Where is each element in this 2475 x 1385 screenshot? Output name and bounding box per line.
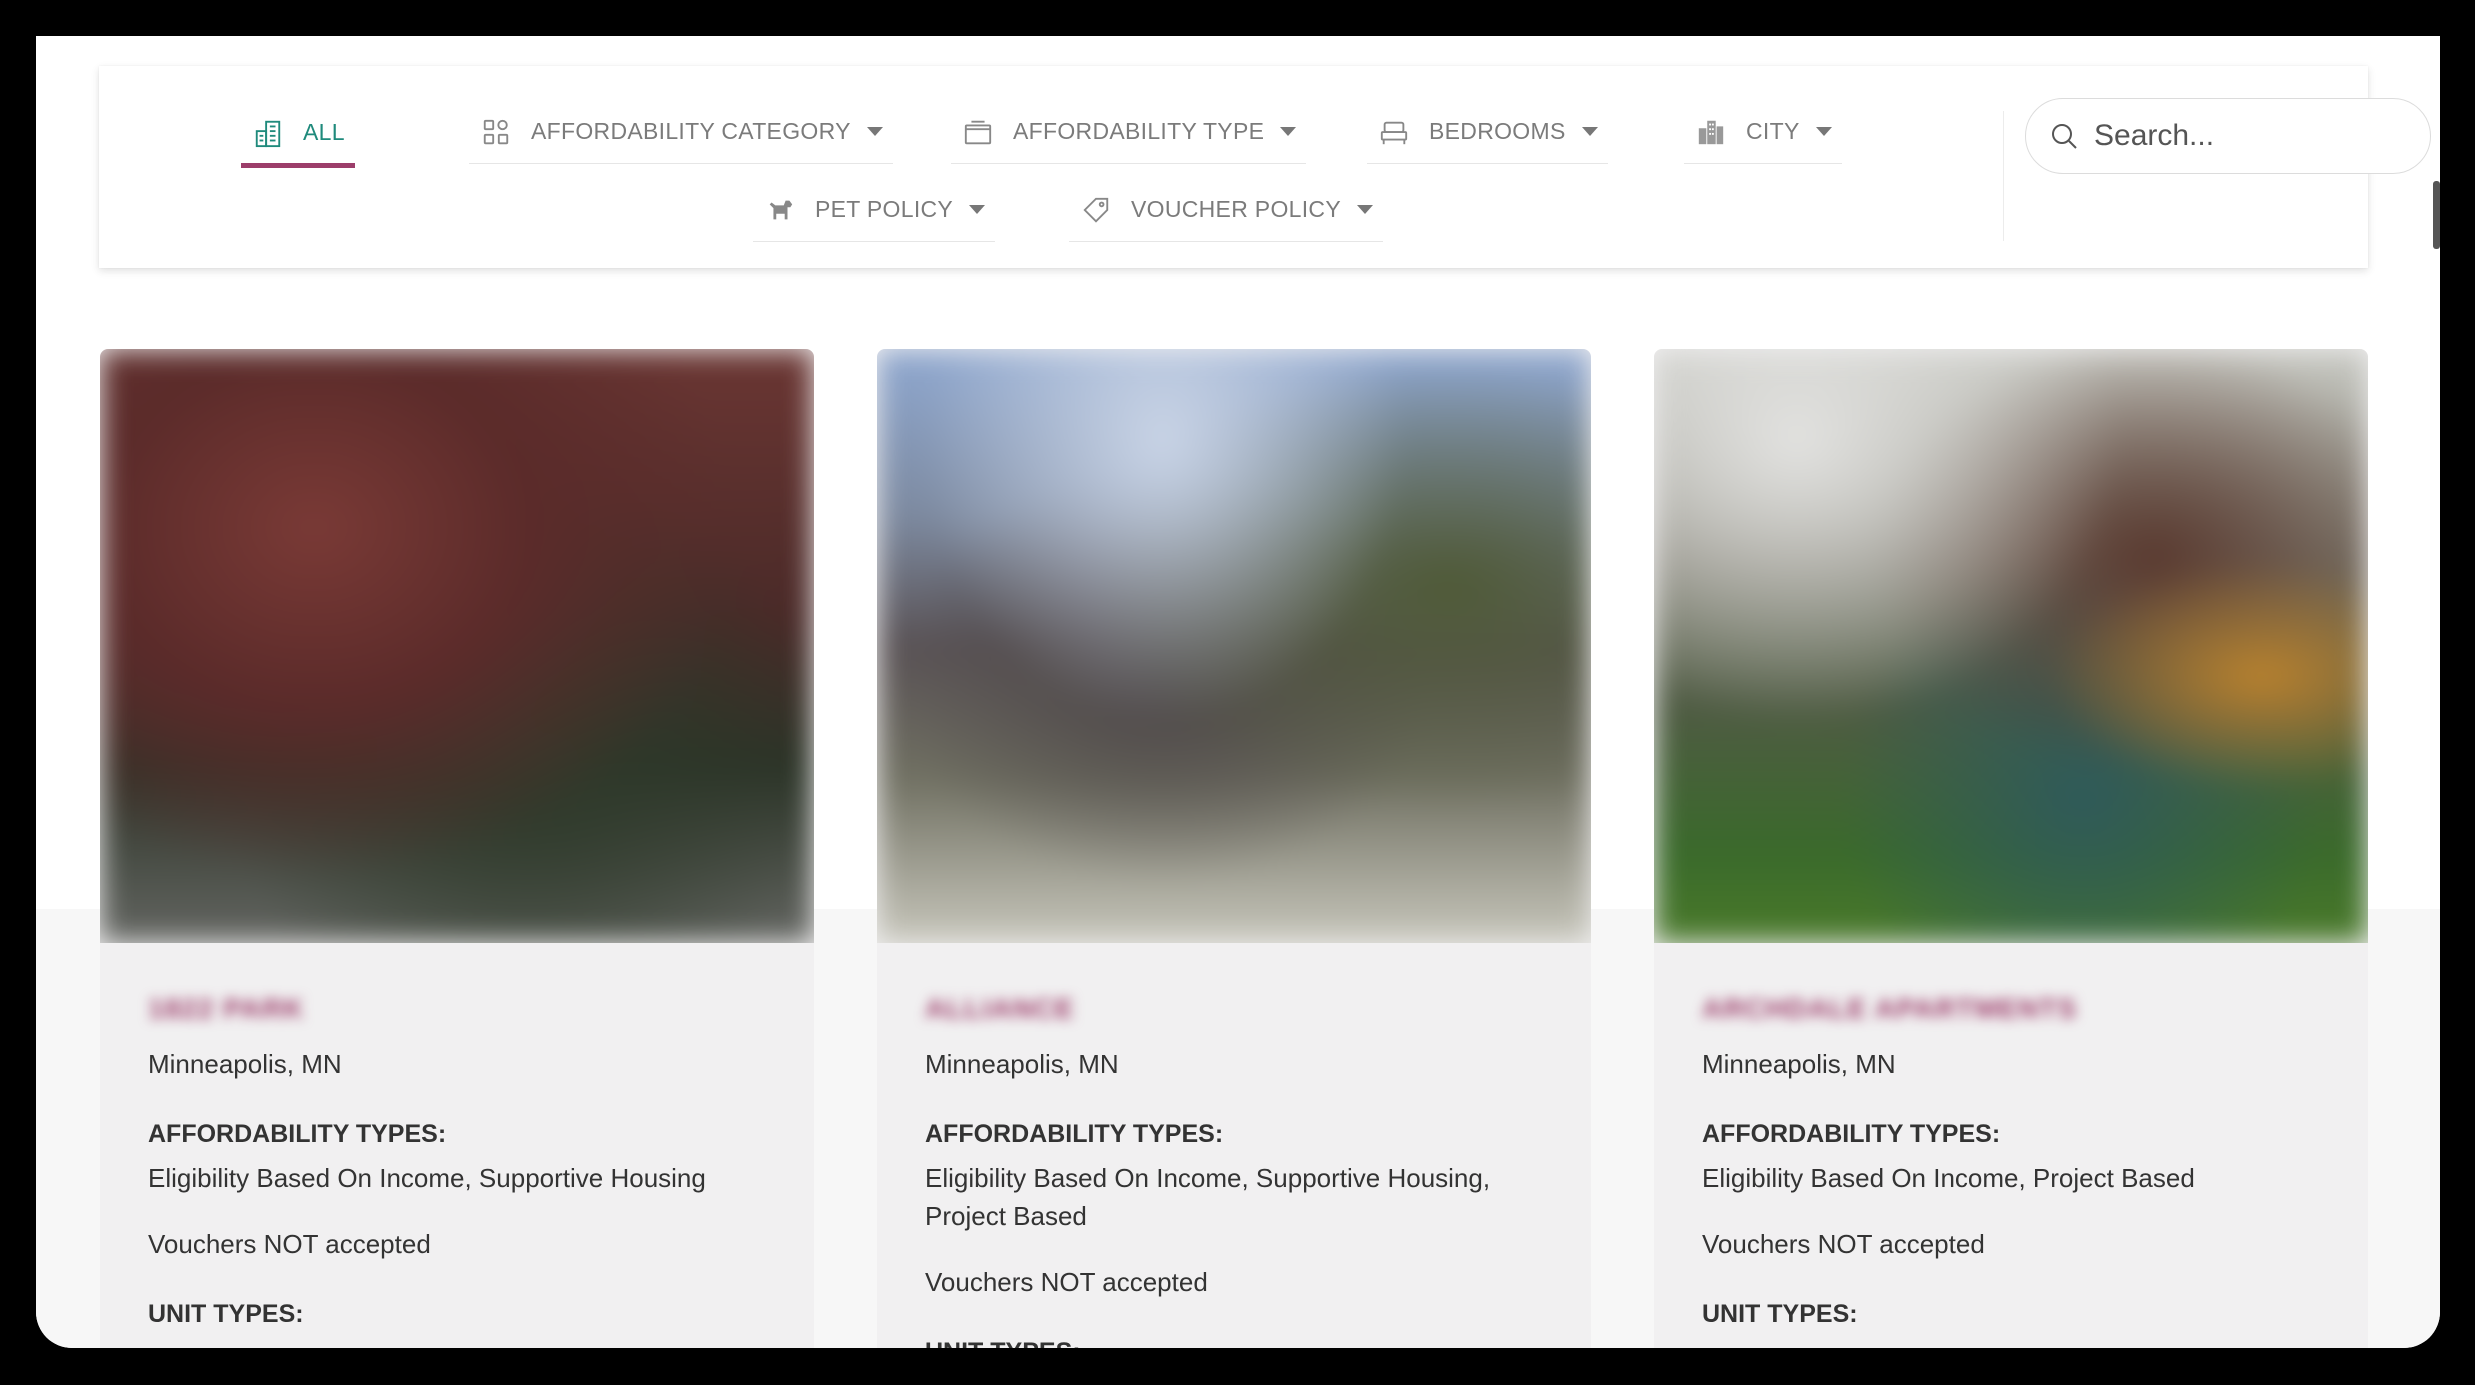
filter-tab-all-label: ALL <box>303 119 345 145</box>
listing-photo[interactable] <box>100 349 814 943</box>
listing-card[interactable]: ALLIANCE Minneapolis, MN AFFORDABILITY T… <box>877 349 1591 1348</box>
listing-city: Minneapolis, MN <box>925 1049 1119 1079</box>
dog-icon <box>763 193 797 227</box>
voucher-status: Vouchers NOT accepted <box>925 1267 1208 1297</box>
chevron-down-icon <box>1280 127 1297 136</box>
chevron-down-icon <box>1356 205 1373 214</box>
listing-city: Minneapolis, MN <box>1702 1049 1896 1079</box>
voucher-status: Vouchers NOT accepted <box>148 1229 431 1259</box>
chevron-down-icon <box>1581 127 1598 136</box>
unit-types-label: UNIT TYPES: <box>1702 1300 1858 1328</box>
filter-bedrooms[interactable]: BEDROOMS <box>1367 100 1608 164</box>
affordability-types-value: Eligibility Based On Income, Supportive … <box>148 1163 706 1193</box>
scrollbar-thumb[interactable] <box>2433 181 2440 249</box>
filter-affordability-type[interactable]: AFFORDABILITY TYPE <box>951 100 1307 164</box>
search-icon <box>2052 124 2077 149</box>
affordability-types-value: Eligibility Based On Income, Supportive … <box>925 1163 1491 1231</box>
filter-bar: ALL AFFORDABILITY CATEGORY AFFORDABILITY… <box>99 66 2431 268</box>
search-input[interactable] <box>2094 119 2394 153</box>
voucher-status: Vouchers NOT accepted <box>1702 1229 1985 1259</box>
chevron-down-icon <box>866 127 883 136</box>
filter-city[interactable]: CITY <box>1684 100 1842 164</box>
filter-pet-policy[interactable]: PET POLICY <box>753 178 996 242</box>
affordability-types-label: AFFORDABILITY TYPES: <box>148 1120 447 1148</box>
chevron-down-icon <box>969 205 986 214</box>
filter-affordability-category[interactable]: AFFORDABILITY CATEGORY <box>469 100 893 164</box>
filter-tab-all[interactable]: ALL <box>241 102 355 168</box>
city-icon <box>1694 115 1728 149</box>
filter-divider <box>2003 111 2004 241</box>
unit-types-label: UNIT TYPES: <box>148 1300 304 1328</box>
filter-bedrooms-label: BEDROOMS <box>1429 118 1566 144</box>
filter-voucher-policy-label: VOUCHER POLICY <box>1131 196 1341 222</box>
listing-photo[interactable] <box>1654 349 2368 943</box>
filter-voucher-policy[interactable]: VOUCHER POLICY <box>1069 178 1383 242</box>
box-icon <box>961 115 995 149</box>
ticket-icon <box>1079 193 1113 227</box>
browser-window: ALL AFFORDABILITY CATEGORY AFFORDABILITY… <box>36 36 2440 1348</box>
bed-icon <box>1377 115 1411 149</box>
filter-pet-policy-label: PET POLICY <box>815 196 954 222</box>
filter-affordability-category-label: AFFORDABILITY CATEGORY <box>531 118 851 144</box>
filter-city-label: CITY <box>1746 118 1800 144</box>
listing-city: Minneapolis, MN <box>148 1049 342 1079</box>
listing-title[interactable]: ALLIANCE <box>925 993 1543 1027</box>
listing-photo[interactable] <box>877 349 1591 943</box>
filter-affordability-type-label: AFFORDABILITY TYPE <box>1013 118 1265 144</box>
building-icon <box>251 116 285 150</box>
affordability-types-label: AFFORDABILITY TYPES: <box>1702 1120 2001 1148</box>
affordability-types-value: Eligibility Based On Income, Project Bas… <box>1702 1163 2195 1193</box>
affordability-types-label: AFFORDABILITY TYPES: <box>925 1120 1224 1148</box>
listing-title[interactable]: 1822 PARK <box>148 993 766 1027</box>
listing-card[interactable]: 1822 PARK Minneapolis, MN AFFORDABILITY … <box>100 349 814 1348</box>
chevron-down-icon <box>1815 127 1832 136</box>
grid-icon <box>479 115 513 149</box>
unit-types-label: UNIT TYPES: <box>925 1338 1543 1348</box>
listing-title[interactable]: ARCHDALE APARTMENTS <box>1702 993 2320 1027</box>
search-box[interactable] <box>2025 98 2431 174</box>
listing-card[interactable]: ARCHDALE APARTMENTS Minneapolis, MN AFFO… <box>1654 349 2368 1348</box>
